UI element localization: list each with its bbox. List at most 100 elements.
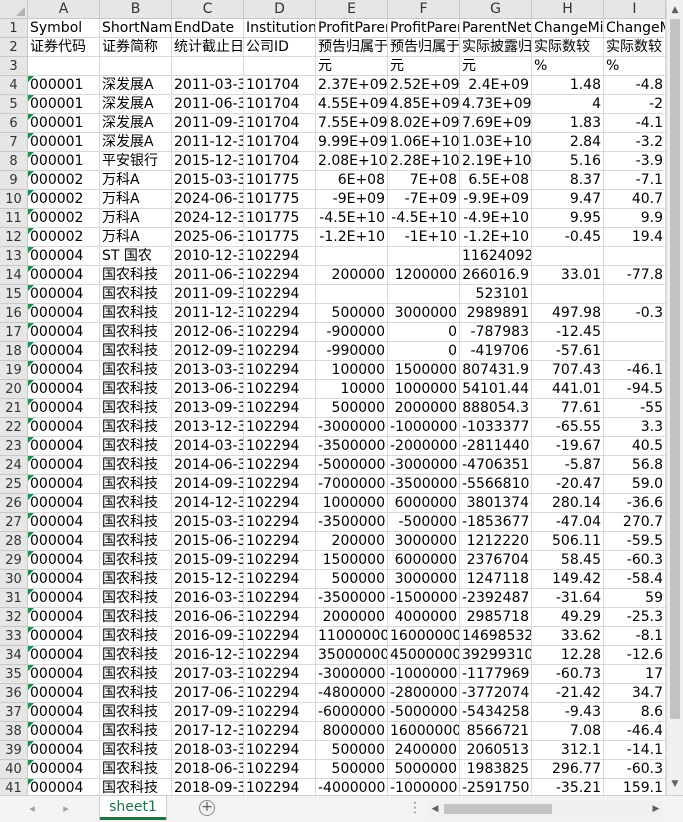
cell-B24[interactable]: 国农科技 bbox=[100, 456, 172, 475]
cell-F13[interactable] bbox=[388, 247, 460, 266]
cell-G18[interactable]: -419706 bbox=[460, 342, 532, 361]
cell-A3[interactable] bbox=[28, 57, 100, 76]
cell-I32[interactable]: -25.3 bbox=[604, 608, 666, 627]
cell-E24[interactable]: -5000000 bbox=[316, 456, 388, 475]
cell-H36[interactable]: -21.42 bbox=[532, 684, 604, 703]
cell-I6[interactable]: -4.1 bbox=[604, 114, 666, 133]
cell-E28[interactable]: 200000 bbox=[316, 532, 388, 551]
cell-B15[interactable]: 国农科技 bbox=[100, 285, 172, 304]
row-header-3[interactable]: 3 bbox=[0, 57, 28, 76]
cell-E33[interactable]: 11000000 bbox=[316, 627, 388, 646]
row-header-5[interactable]: 5 bbox=[0, 95, 28, 114]
cell-I14[interactable]: -77.8 bbox=[604, 266, 666, 285]
cell-I3[interactable]: % bbox=[604, 57, 666, 76]
cell-H2[interactable]: 实际数较 bbox=[532, 38, 604, 57]
cell-E3[interactable]: 元 bbox=[316, 57, 388, 76]
cell-B40[interactable]: 国农科技 bbox=[100, 760, 172, 779]
cell-A19[interactable]: 000004 bbox=[28, 361, 100, 380]
cell-H39[interactable]: 312.1 bbox=[532, 741, 604, 760]
cell-A36[interactable]: 000004 bbox=[28, 684, 100, 703]
cell-G13[interactable]: 11624092 bbox=[460, 247, 532, 266]
cell-C23[interactable]: 2014-03-31 bbox=[172, 437, 244, 456]
spreadsheet-grid[interactable]: ABCDEFGHI 1SymbolShortNameEndDateInstitu… bbox=[0, 0, 683, 795]
row-header-30[interactable]: 30 bbox=[0, 570, 28, 589]
cell-B27[interactable]: 国农科技 bbox=[100, 513, 172, 532]
cell-D9[interactable]: 101775 bbox=[244, 171, 316, 190]
cell-G8[interactable]: 2.19E+10 bbox=[460, 152, 532, 171]
cell-C6[interactable]: 2011-09-30 bbox=[172, 114, 244, 133]
scroll-up-icon[interactable]: ▲ bbox=[667, 2, 683, 18]
row-header-11[interactable]: 11 bbox=[0, 209, 28, 228]
cell-B26[interactable]: 国农科技 bbox=[100, 494, 172, 513]
vertical-scrollbar[interactable]: ▲ ▼ bbox=[666, 0, 683, 795]
cell-C29[interactable]: 2015-09-30 bbox=[172, 551, 244, 570]
cell-G28[interactable]: 1212220 bbox=[460, 532, 532, 551]
cell-D11[interactable]: 101775 bbox=[244, 209, 316, 228]
cell-A20[interactable]: 000004 bbox=[28, 380, 100, 399]
cell-A10[interactable]: 000002 bbox=[28, 190, 100, 209]
row-header-24[interactable]: 24 bbox=[0, 456, 28, 475]
cell-G32[interactable]: 2985718 bbox=[460, 608, 532, 627]
column-header-H[interactable]: H bbox=[532, 0, 604, 19]
cell-C16[interactable]: 2011-12-31 bbox=[172, 304, 244, 323]
cell-F5[interactable]: 4.85E+09 bbox=[388, 95, 460, 114]
cell-G7[interactable]: 1.03E+10 bbox=[460, 133, 532, 152]
cell-F33[interactable]: 16000000 bbox=[388, 627, 460, 646]
cell-H28[interactable]: 506.11 bbox=[532, 532, 604, 551]
cell-B11[interactable]: 万科A bbox=[100, 209, 172, 228]
row-header-7[interactable]: 7 bbox=[0, 133, 28, 152]
cell-D1[interactable]: InstitutionID bbox=[244, 19, 316, 38]
cell-D30[interactable]: 102294 bbox=[244, 570, 316, 589]
row-header-28[interactable]: 28 bbox=[0, 532, 28, 551]
cell-G31[interactable]: -2392487 bbox=[460, 589, 532, 608]
cell-F2[interactable]: 预告归属于 bbox=[388, 38, 460, 57]
cell-C36[interactable]: 2017-06-30 bbox=[172, 684, 244, 703]
cell-B37[interactable]: 国农科技 bbox=[100, 703, 172, 722]
cell-E17[interactable]: -900000 bbox=[316, 323, 388, 342]
cell-H23[interactable]: -19.67 bbox=[532, 437, 604, 456]
cell-D14[interactable]: 102294 bbox=[244, 266, 316, 285]
cell-E1[interactable]: ProfitParent bbox=[316, 19, 388, 38]
column-header-E[interactable]: E bbox=[316, 0, 388, 19]
cell-B29[interactable]: 国农科技 bbox=[100, 551, 172, 570]
cell-F27[interactable]: -500000 bbox=[388, 513, 460, 532]
cell-I5[interactable]: -2 bbox=[604, 95, 666, 114]
cell-I4[interactable]: -4.8 bbox=[604, 76, 666, 95]
row-header-33[interactable]: 33 bbox=[0, 627, 28, 646]
cell-B38[interactable]: 国农科技 bbox=[100, 722, 172, 741]
cell-A5[interactable]: 000001 bbox=[28, 95, 100, 114]
cell-D35[interactable]: 102294 bbox=[244, 665, 316, 684]
cell-F21[interactable]: 2000000 bbox=[388, 399, 460, 418]
cell-F24[interactable]: -3000000 bbox=[388, 456, 460, 475]
cell-C5[interactable]: 2011-06-30 bbox=[172, 95, 244, 114]
row-header-37[interactable]: 37 bbox=[0, 703, 28, 722]
cell-C3[interactable] bbox=[172, 57, 244, 76]
cell-G21[interactable]: 888054.3 bbox=[460, 399, 532, 418]
cell-I11[interactable]: 9.9 bbox=[604, 209, 666, 228]
cell-A12[interactable]: 000002 bbox=[28, 228, 100, 247]
cell-I8[interactable]: -3.9 bbox=[604, 152, 666, 171]
cell-E22[interactable]: -3000000 bbox=[316, 418, 388, 437]
cell-A40[interactable]: 000004 bbox=[28, 760, 100, 779]
vertical-scroll-thumb[interactable] bbox=[670, 19, 680, 719]
cell-E13[interactable] bbox=[316, 247, 388, 266]
cell-G15[interactable]: 523101 bbox=[460, 285, 532, 304]
cell-F1[interactable]: ProfitParent bbox=[388, 19, 460, 38]
cell-I18[interactable] bbox=[604, 342, 666, 361]
cell-E11[interactable]: -4.5E+10 bbox=[316, 209, 388, 228]
cell-H37[interactable]: -9.43 bbox=[532, 703, 604, 722]
cell-B41[interactable]: 国农科技 bbox=[100, 779, 172, 795]
cell-G30[interactable]: 1247118 bbox=[460, 570, 532, 589]
row-header-8[interactable]: 8 bbox=[0, 152, 28, 171]
cell-H22[interactable]: -65.55 bbox=[532, 418, 604, 437]
cell-C2[interactable]: 统计截止日期 bbox=[172, 38, 244, 57]
cell-D21[interactable]: 102294 bbox=[244, 399, 316, 418]
cell-E2[interactable]: 预告归属于 bbox=[316, 38, 388, 57]
cell-D5[interactable]: 101704 bbox=[244, 95, 316, 114]
row-header-13[interactable]: 13 bbox=[0, 247, 28, 266]
cell-D20[interactable]: 102294 bbox=[244, 380, 316, 399]
cell-D16[interactable]: 102294 bbox=[244, 304, 316, 323]
cell-F16[interactable]: 3000000 bbox=[388, 304, 460, 323]
cell-H34[interactable]: 12.28 bbox=[532, 646, 604, 665]
cell-H8[interactable]: 5.16 bbox=[532, 152, 604, 171]
